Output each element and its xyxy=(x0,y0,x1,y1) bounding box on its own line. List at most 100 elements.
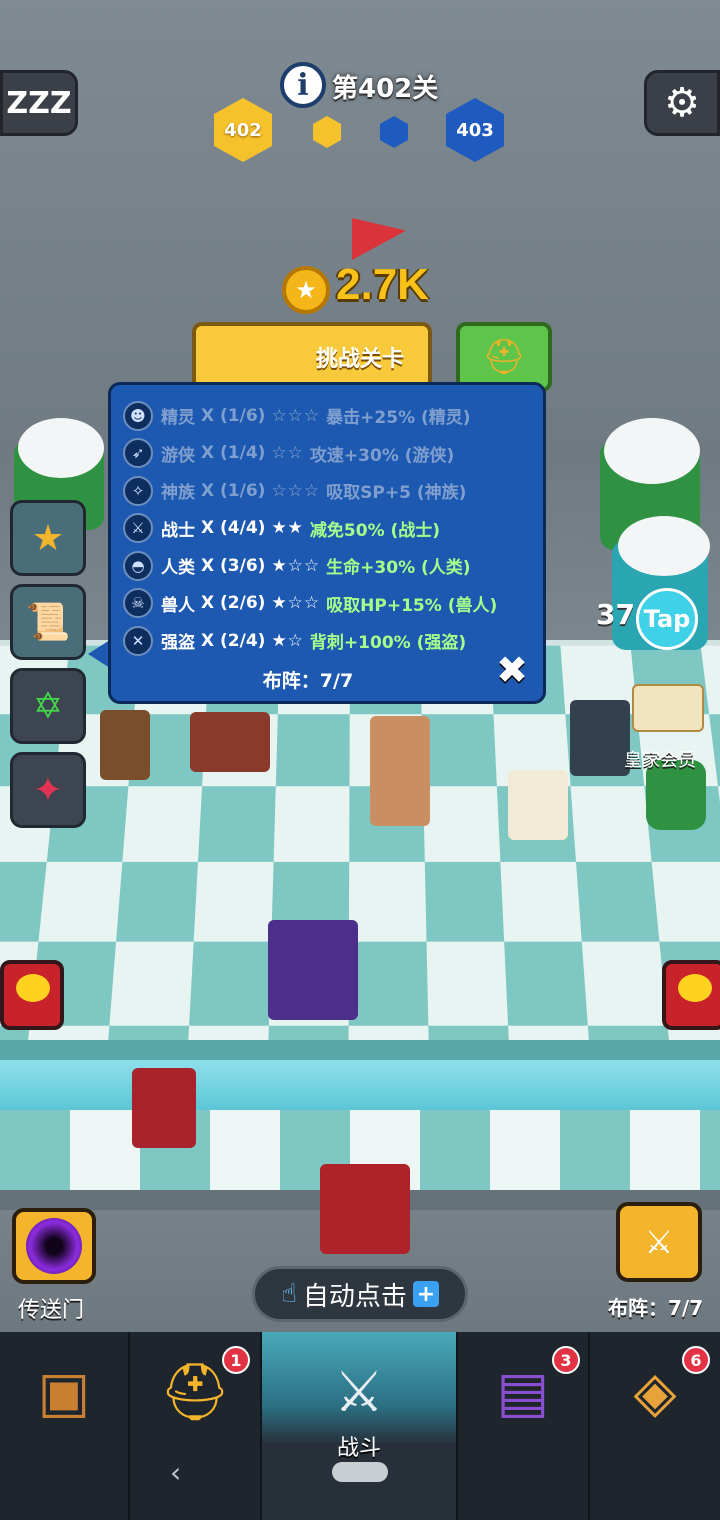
portal-label: 传送门 xyxy=(18,1298,85,1323)
synergy-bonus: 暴击+25% (精灵) xyxy=(326,408,471,429)
winged-helmet-icon: ⛑ xyxy=(159,1360,231,1425)
helmet-icon: ◓ xyxy=(123,550,153,581)
wings-icon: ✧ xyxy=(123,475,153,506)
synergy-count: X (3/6) xyxy=(201,555,266,576)
synergy-row: ☠ 兽人 X (2/6) ★☆☆ 吸取HP+15% (兽人) xyxy=(123,585,533,623)
heroes-badge: 1 xyxy=(222,1346,250,1374)
info-icon[interactable]: i xyxy=(280,62,326,108)
coin-amount: 2.7K xyxy=(336,260,429,309)
synergy-bonus: 减免50% (战士) xyxy=(309,520,441,541)
synergy-button[interactable]: ✡ xyxy=(10,668,86,744)
spellbook-icon: ▤ xyxy=(496,1360,550,1425)
royal-member-label[interactable]: 皇家会员 xyxy=(624,746,696,772)
snow-cap xyxy=(604,418,700,484)
level-title: 第402关 xyxy=(332,74,439,104)
coin-icon: ★ xyxy=(282,266,330,314)
brazier-right xyxy=(662,960,720,1030)
synergy-count: X (2/6) xyxy=(201,593,266,614)
bow-icon: ➶ xyxy=(123,438,153,469)
synergy-count: X (1/6) xyxy=(201,480,266,501)
hexagram-icon: ✡ xyxy=(32,685,64,727)
amulet-icon: ◈ xyxy=(633,1360,677,1425)
next-stage-hex: 403 xyxy=(446,98,504,162)
synergy-list: ☻ 精灵 X (1/6) ☆☆☆ 暴击+25% (精灵) ➶ 游侠 X (1/4) ☆☆ 攻速+3… xyxy=(123,397,533,660)
sword-icon: ⚔ xyxy=(123,513,153,544)
synergy-count: X (2/4) xyxy=(201,630,266,651)
enemy-unit[interactable] xyxy=(370,716,430,826)
synergy-row: ☻ 精灵 X (1/6) ☆☆☆ 暴击+25% (精灵) xyxy=(123,397,533,435)
synergy-name: 精灵 xyxy=(161,408,195,429)
tap-button[interactable]: Tap xyxy=(636,588,698,650)
brazier-left xyxy=(0,960,64,1030)
board-edge xyxy=(0,1040,720,1060)
synergy-row: ➶ 游侠 X (1/4) ☆☆ 攻速+30% (游侠) xyxy=(123,435,533,473)
synergy-count: X (1/6) xyxy=(201,405,266,426)
player-hero-unit[interactable] xyxy=(268,920,358,1020)
nav-spellbook[interactable]: ▤ 3 xyxy=(458,1332,590,1520)
system-back-icon[interactable]: ‹ xyxy=(170,1456,181,1489)
formation-label: 布阵：7/7 xyxy=(608,1296,704,1320)
flag-icon xyxy=(352,218,406,260)
sleep-button[interactable]: ZZZ xyxy=(0,70,78,136)
synergy-count: X (1/4) xyxy=(201,443,266,464)
enemy-unit[interactable] xyxy=(100,710,150,780)
settings-button[interactable]: ⚙ xyxy=(644,70,720,136)
synergy-name: 人类 xyxy=(161,558,195,579)
synergy-count: X (4/4) xyxy=(201,518,266,539)
bench-unit[interactable] xyxy=(132,1068,196,1148)
podium-icon: ★ xyxy=(31,517,65,559)
synergy-row: ✕ 强盗 X (2/4) ★☆ 背刺+100% (强盗) xyxy=(123,622,533,660)
portal-button[interactable] xyxy=(12,1208,96,1284)
synergy-row: ✧ 神族 X (1/6) ☆☆☆ 吸取SP+5 (神族) xyxy=(123,472,533,510)
challenge-label: 挑战关卡 xyxy=(315,347,404,372)
scroll-icon: 📜 xyxy=(25,602,71,643)
nav-battle[interactable]: ⚔ 战斗 xyxy=(262,1332,458,1520)
enemy-unit[interactable] xyxy=(508,770,568,840)
enemy-unit[interactable] xyxy=(570,700,630,776)
synergy-stars: ★★ xyxy=(271,518,304,539)
event-button[interactable]: ✦ xyxy=(10,752,86,828)
stage-progress-dot-gold xyxy=(313,116,341,148)
winged-helmet-icon: ⛑ xyxy=(482,337,526,377)
nav-heroes[interactable]: ⛑ 1 xyxy=(130,1332,262,1520)
synergy-stars: ☆☆ xyxy=(271,443,304,464)
water-channel xyxy=(0,1060,720,1110)
nav-amulet[interactable]: ◈ 6 xyxy=(590,1332,720,1520)
system-home-pill[interactable] xyxy=(332,1462,388,1482)
panel-pointer xyxy=(88,640,110,668)
elf-icon: ☻ xyxy=(123,400,153,431)
sleep-icon: ZZZ xyxy=(6,85,72,121)
crossed-swords-icon: ⚔ xyxy=(333,1360,385,1425)
nav-chest[interactable]: ▣ xyxy=(0,1332,130,1520)
auto-click-label: 自动点击 xyxy=(302,1281,407,1312)
dagger-icon: ✕ xyxy=(123,625,153,656)
synergy-stars: ★☆☆ xyxy=(271,555,321,576)
synergy-bonus: 攻速+30% (游侠) xyxy=(309,445,455,466)
synergy-bonus: 吸取SP+5 (神族) xyxy=(326,483,467,504)
synergy-panel: ☻ 精灵 X (1/6) ☆☆☆ 暴击+25% (精灵) ➶ 游侠 X (1/4) ☆☆ 攻速+3… xyxy=(108,382,546,704)
synergy-stars: ☆☆☆ xyxy=(271,405,321,426)
synergy-row: ⚔ 战士 X (4/4) ★★ 减免50% (战士) xyxy=(123,510,533,548)
formation-hero-button[interactable]: ⚔ xyxy=(616,1202,702,1282)
formation-count: 布阵：7/7 xyxy=(262,669,354,692)
treasure-chest-icon: ▣ xyxy=(37,1360,91,1425)
orc-icon: ☠ xyxy=(123,588,153,619)
ranking-button[interactable]: ★ xyxy=(10,500,86,576)
synergy-name: 神族 xyxy=(161,483,195,504)
stage-progress-dot-blue xyxy=(380,116,408,148)
tap-count: 37 xyxy=(596,598,635,631)
quest-scroll-button[interactable]: 📜 xyxy=(10,584,86,660)
plus-icon[interactable]: + xyxy=(412,1281,439,1307)
synergy-stars: ☆☆☆ xyxy=(271,480,321,501)
royal-member-card[interactable] xyxy=(632,684,704,732)
bench-unit[interactable] xyxy=(320,1164,410,1254)
enemy-unit[interactable] xyxy=(190,712,270,772)
close-icon[interactable]: ✖ xyxy=(492,648,532,692)
auto-click-button[interactable]: ☝ 自动点击 + xyxy=(252,1266,468,1322)
synergy-name: 游侠 xyxy=(161,445,195,466)
pointer-hand-icon: ☝ xyxy=(281,1279,297,1309)
gear-icon: ⚙ xyxy=(664,80,700,126)
portal-icon xyxy=(26,1218,82,1274)
maple-leaf-icon: ✦ xyxy=(32,769,64,811)
synergy-bonus: 背刺+100% (强盗) xyxy=(309,633,467,654)
